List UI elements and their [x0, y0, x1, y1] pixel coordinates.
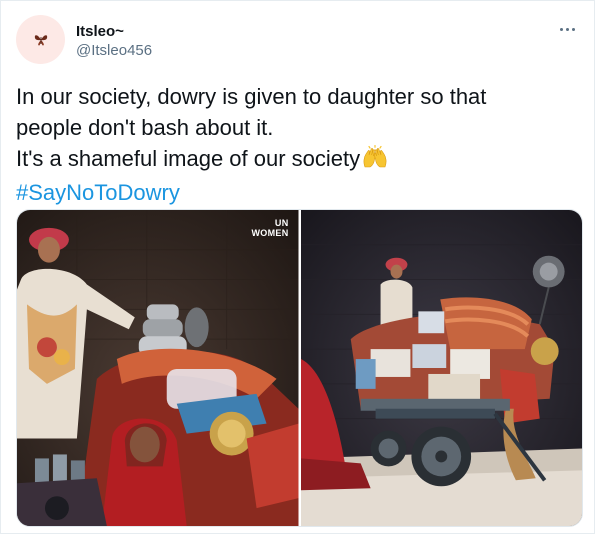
raising-hands-emoji-icon	[361, 144, 389, 177]
tweet-header: Itsleo~ @Itsleo456	[16, 15, 579, 65]
tweet-card[interactable]: Itsleo~ @Itsleo456 In our society, dowry…	[0, 0, 595, 534]
watermark-line-2: WOMEN	[251, 228, 289, 238]
un-women-watermark: UN WOMEN	[252, 218, 289, 238]
tweet-text-line-3-body: It's a shameful image of our society	[16, 146, 361, 171]
hashtag-link[interactable]: #SayNoToDowry	[16, 177, 581, 208]
butterfly-icon	[34, 34, 47, 46]
photo-right[interactable]	[300, 210, 582, 526]
display-name[interactable]: Itsleo~	[76, 23, 152, 41]
tweet-text-line-3: It's a shameful image of our society	[16, 143, 581, 177]
photo-left[interactable]: UN WOMEN	[17, 210, 299, 526]
tweet-text-line-1: In our society, dowry is given to daught…	[16, 84, 487, 109]
watermark-line-1: UN	[274, 218, 289, 228]
more-options-icon[interactable]	[555, 19, 579, 39]
tweet-text-line-2: people don't bash about it.	[16, 115, 274, 140]
avatar[interactable]	[16, 15, 65, 64]
author-names[interactable]: Itsleo~ @Itsleo456	[76, 23, 152, 61]
tweet-text: In our society, dowry is given to daught…	[16, 81, 581, 208]
user-handle[interactable]: @Itsleo456	[76, 41, 152, 61]
tweet-media: UN WOMEN	[16, 209, 583, 527]
